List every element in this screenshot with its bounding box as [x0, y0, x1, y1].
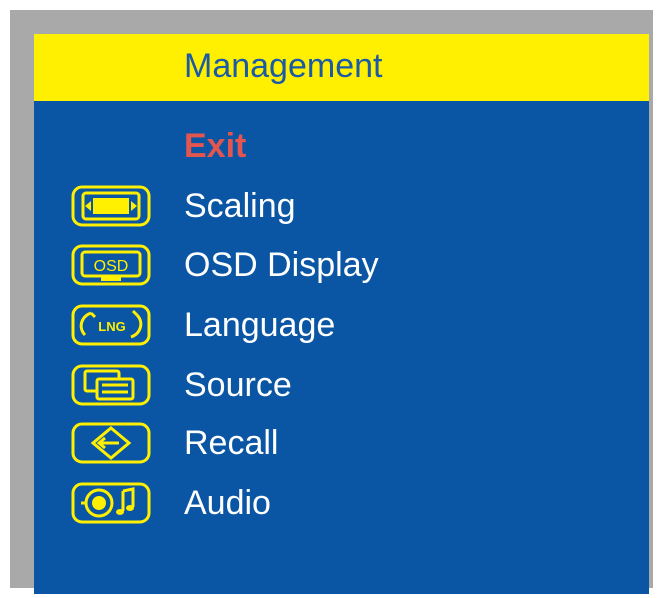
menu-item-label: OSD Display: [184, 246, 379, 284]
menu-item-label: Scaling: [184, 187, 296, 225]
menu-item-language[interactable]: LNG Language: [34, 300, 649, 350]
osd-display-icon: OSD: [71, 244, 151, 286]
menu-item-label: Language: [184, 306, 336, 344]
recall-icon: [71, 422, 151, 464]
monitor-osd-frame: Management Exit Scaling OSD OSD Display …: [10, 10, 653, 594]
menu-item-label: Audio: [184, 484, 271, 522]
menu-item-label: Source: [184, 366, 292, 404]
menu-item-osd-display[interactable]: OSD OSD Display: [34, 240, 649, 290]
title-bar: Management: [34, 34, 649, 101]
menu-title: Management: [184, 47, 383, 85]
menu-item-recall[interactable]: Recall: [34, 418, 649, 468]
svg-text:LNG: LNG: [98, 319, 125, 334]
menu-item-source[interactable]: Source: [34, 360, 649, 410]
menu-item-exit[interactable]: Exit: [34, 121, 649, 171]
scaling-icon: [71, 185, 151, 227]
source-icon: [71, 364, 151, 406]
menu-item-label: Exit: [184, 127, 247, 165]
menu-item-audio[interactable]: Audio: [34, 478, 649, 528]
osd-menu-panel: Management Exit Scaling OSD OSD Display …: [34, 34, 649, 594]
svg-text:OSD: OSD: [94, 258, 129, 275]
menu-item-scaling[interactable]: Scaling: [34, 181, 649, 231]
menu-item-label: Recall: [184, 424, 279, 462]
language-icon: LNG: [71, 304, 151, 346]
audio-icon: [71, 482, 151, 524]
